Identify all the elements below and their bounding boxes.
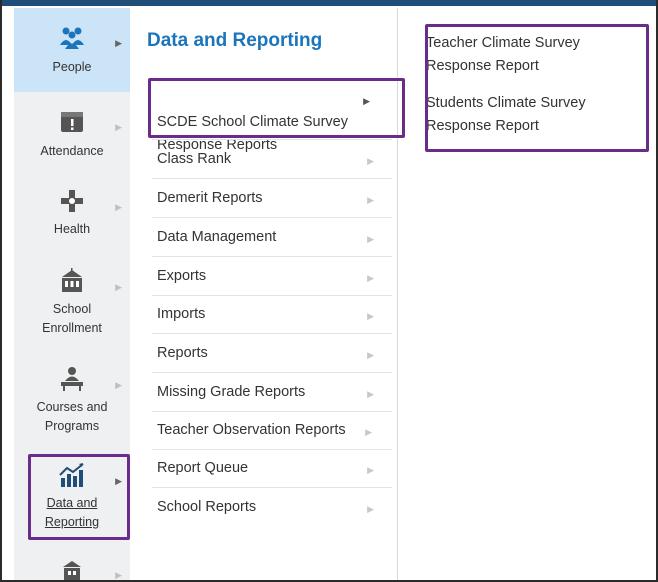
screenshot-border xyxy=(0,0,658,582)
